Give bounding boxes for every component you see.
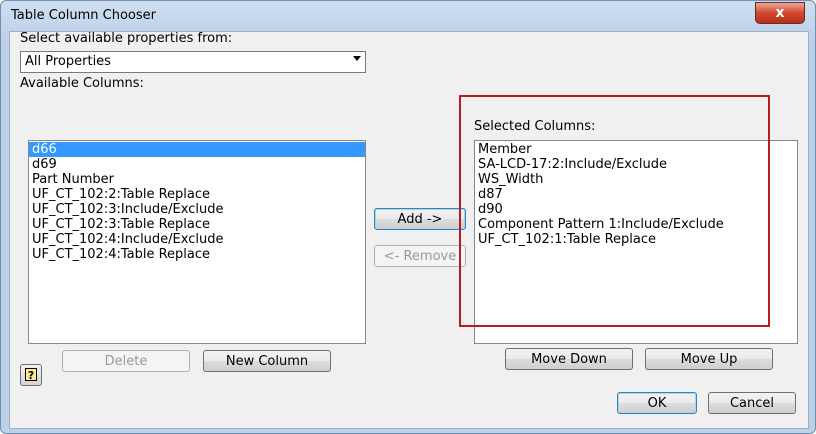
ok-button[interactable]: OK bbox=[617, 392, 697, 414]
list-item[interactable]: UF_CT_102:3:Table Replace bbox=[29, 217, 365, 232]
list-item[interactable]: UF_CT_102:4:Include/Exclude bbox=[29, 232, 365, 247]
new-column-button[interactable]: New Column bbox=[203, 350, 331, 372]
annotation-highlight-box bbox=[459, 95, 770, 327]
properties-source-value: All Properties bbox=[25, 54, 111, 69]
cancel-button[interactable]: Cancel bbox=[708, 392, 796, 414]
properties-source-dropdown[interactable]: All Properties bbox=[20, 51, 366, 73]
chevron-down-icon bbox=[353, 56, 361, 61]
available-columns-label: Available Columns: bbox=[20, 76, 144, 91]
available-columns-list[interactable]: d66 d69 Part Number UF_CT_102:2:Table Repla… bbox=[28, 140, 366, 344]
source-label: Select available properties from: bbox=[20, 31, 233, 46]
help-button[interactable]: ? bbox=[20, 364, 42, 386]
move-down-button[interactable]: Move Down bbox=[505, 348, 633, 370]
list-item[interactable]: Part Number bbox=[29, 172, 365, 187]
list-item[interactable]: UF_CT_102:2:Table Replace bbox=[29, 187, 365, 202]
list-item[interactable]: UF_CT_102:4:Table Replace bbox=[29, 247, 365, 262]
remove-button[interactable]: <- Remove bbox=[374, 245, 466, 267]
delete-button[interactable]: Delete bbox=[62, 350, 190, 372]
add-button[interactable]: Add -> bbox=[374, 208, 466, 230]
list-item[interactable]: d66 bbox=[29, 142, 365, 157]
title-bar[interactable]: Table Column Chooser x bbox=[1, 1, 815, 31]
window-title: Table Column Chooser bbox=[11, 8, 157, 23]
list-item[interactable]: UF_CT_102:3:Include/Exclude bbox=[29, 202, 365, 217]
list-item[interactable]: d69 bbox=[29, 157, 365, 172]
move-up-button[interactable]: Move Up bbox=[645, 348, 773, 370]
close-button[interactable]: x bbox=[755, 2, 805, 24]
help-icon: ? bbox=[25, 368, 37, 382]
